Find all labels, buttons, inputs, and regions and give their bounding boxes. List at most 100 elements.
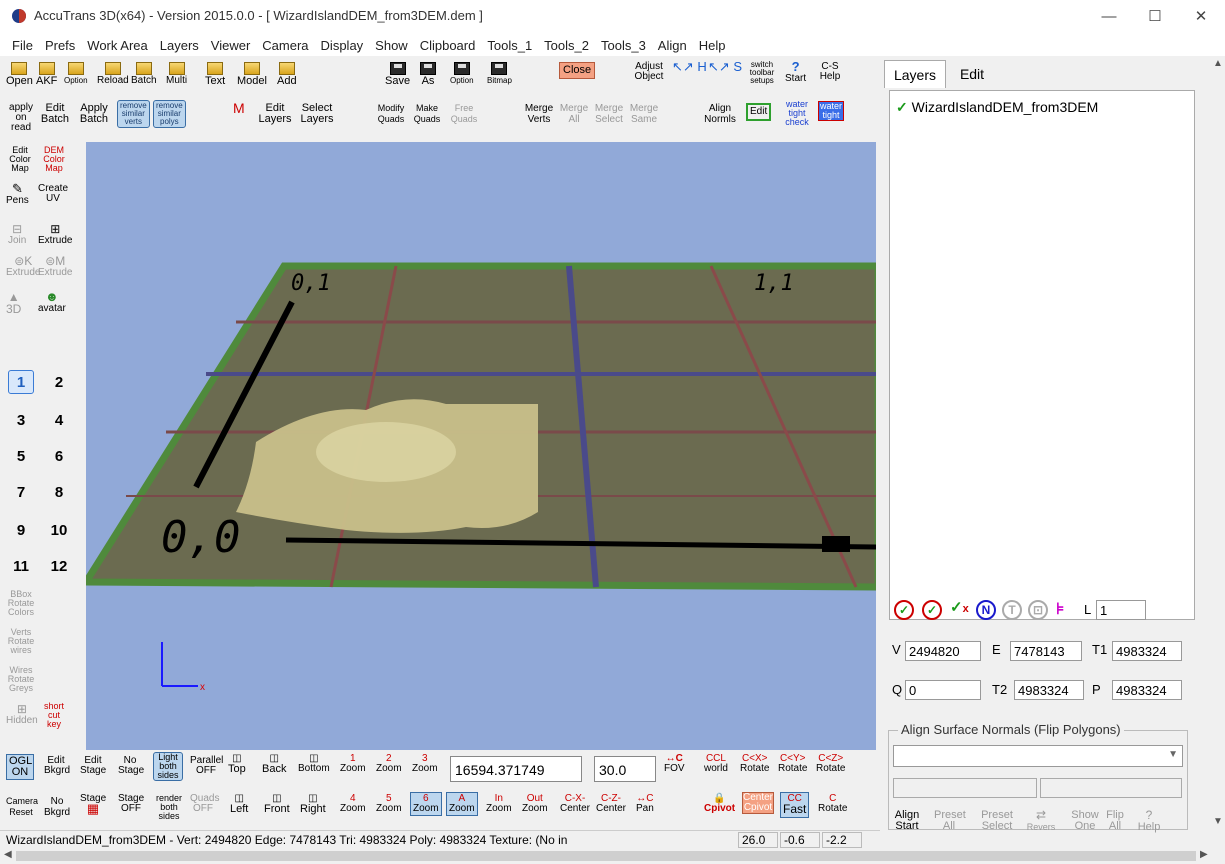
align-start-button[interactable]: Align Start [892,810,922,832]
zoom-3-button[interactable]: 3 Zoom [412,754,438,774]
fov-field[interactable]: 30.0 [594,756,656,782]
water-tight-button[interactable]: water tight [818,101,844,121]
menu-tools-1[interactable]: Tools_1 [481,38,538,53]
extrude-m-button[interactable]: ⊜M Extrude [38,255,72,278]
scroll-down-icon[interactable]: ▼ [1213,816,1223,827]
front-view-button[interactable]: ◫ Front [264,794,290,815]
maximize-button[interactable]: ☐ [1132,0,1178,32]
rotate-x-button[interactable]: C<X> Rotate [740,754,769,774]
edit-batch-button[interactable]: Edit Batch [40,103,70,125]
revers-button[interactable]: ⇄ Revers [1024,809,1058,833]
layer-preset-7[interactable]: 7 [8,480,34,504]
pens-button[interactable]: ✎ Pens [6,182,29,206]
parallel-off-button[interactable]: Parallel OFF [190,756,223,776]
menu-viewer[interactable]: Viewer [205,38,257,53]
menu-file[interactable]: File [6,38,39,53]
apply-batch-button[interactable]: Apply Batch [78,103,110,125]
select-layers-button[interactable]: Select Layers [298,103,336,125]
menu-help[interactable]: Help [693,38,732,53]
check-visible-icon[interactable]: ✓ [922,600,942,620]
verts-rotate-button[interactable]: Verts Rotate wires [6,628,36,655]
close-file-button[interactable]: Close [559,62,596,79]
model-button[interactable]: Model [237,62,267,87]
no-stage-button[interactable]: No Stage [118,756,144,776]
back-view-button[interactable]: ◫ Back [262,754,286,775]
fov-button[interactable]: ↔C FOV [664,754,685,774]
check-x-icon[interactable]: ✓x [950,598,969,616]
cs-help-button[interactable]: C-S Help [817,62,843,82]
batch-button[interactable]: Batch [131,62,157,86]
scroll-up-icon[interactable]: ▲ [1213,58,1223,69]
join-button[interactable]: ⊟ Join [8,223,26,246]
no-bkgrd-button[interactable]: No Bkgrd [44,796,70,818]
merge-all-button[interactable]: Merge All [557,103,591,125]
3d-viewport[interactable]: 0,1 1,1 0,0 x [86,142,876,750]
minimize-button[interactable]: — [1086,0,1132,32]
edit-bkgrd-button[interactable]: Edit Bkgrd [44,756,70,776]
layers-m-icon[interactable]: M [233,101,245,115]
bottom-view-button[interactable]: ◫ Bottom [298,754,330,774]
edit-layers-button[interactable]: Edit Layers [258,103,292,125]
modify-quads-button[interactable]: Modify Quads [374,103,408,125]
right-view-button[interactable]: ◫ Right [300,794,326,815]
layer-preset-10[interactable]: 10 [46,518,72,542]
align-normals-button[interactable]: Align Normls [703,103,737,125]
flip-all-button[interactable]: Flip All [1102,810,1128,832]
layer-preset-3[interactable]: 3 [8,408,34,432]
layer-preset-8[interactable]: 8 [46,480,72,504]
show-one-button[interactable]: Show One [1070,810,1100,832]
merge-select-button[interactable]: Merge Select [592,103,626,125]
stage-uv-off-button[interactable]: Stage OFF [118,794,144,814]
layer-preset-1[interactable]: 1 [8,370,34,394]
save-button[interactable]: Save [385,62,410,87]
menu-align[interactable]: Align [652,38,693,53]
camera-reset-button[interactable]: Camera Reset [6,796,38,818]
zoom-in-button[interactable]: In Zoom [486,794,512,814]
make-quads-button[interactable]: Make Quads [410,103,444,125]
center-x-button[interactable]: C-X- Center [560,794,590,814]
multi-button[interactable]: Multi [166,62,187,86]
adjust-object-button[interactable]: Adjust Object [634,62,664,82]
hidden-button[interactable]: ⊞ Hidden [6,703,38,726]
layer-preset-5[interactable]: 5 [8,444,34,468]
h-axis-icon[interactable]: ↖↗ H [672,60,707,73]
help-button[interactable]: ? Help [1136,809,1162,833]
zoom-a-button[interactable]: A Zoom [446,792,478,816]
to-3d-button[interactable]: ▲ 3D [6,291,21,316]
menu-clipboard[interactable]: Clipboard [414,38,482,53]
akf-button[interactable]: AKF [36,62,57,87]
distance-field[interactable]: 16594.371749 [450,756,582,782]
close-window-button[interactable]: ✕ [1178,0,1224,32]
save-option-button[interactable]: Option [450,62,474,86]
edit-stage-button[interactable]: Edit Stage [80,756,106,776]
preset-select-button[interactable]: Preset Select [980,810,1014,832]
menu-camera[interactable]: Camera [256,38,314,53]
menu-display[interactable]: Display [315,38,370,53]
align-dropdown[interactable]: ▼ [893,745,1183,767]
zoom-out-button[interactable]: Out Zoom [522,794,548,814]
menu-layers[interactable]: Layers [154,38,205,53]
extrude-k-button[interactable]: ⊜K Extrude [6,255,40,278]
add-button[interactable]: Add [277,62,297,87]
l-field[interactable]: 1 [1096,600,1146,620]
create-uv-button[interactable]: Create UV [38,184,68,204]
remove-similar-verts-button[interactable]: remove similar verts [117,100,150,128]
tab-edit[interactable]: Edit [950,60,994,88]
scroll-right-icon[interactable]: ▶ [1200,849,1208,860]
zoom-5-button[interactable]: 5 Zoom [376,794,402,814]
pivot-button[interactable]: 🔒 Cpivot [704,794,735,814]
zoom-4-button[interactable]: 4 Zoom [340,794,366,814]
menu-prefs[interactable]: Prefs [39,38,81,53]
save-as-button[interactable]: As [420,62,436,87]
layer-preset-11[interactable]: 11 [8,554,34,578]
render-both-sides-button[interactable]: render both sides [156,794,182,821]
scroll-left-icon[interactable]: ◀ [4,849,12,860]
wires-rotate-button[interactable]: Wires Rotate Greys [6,666,36,693]
center-z-button[interactable]: C-Z- Center [596,794,626,814]
ogl-on-button[interactable]: OGL ON [6,754,34,780]
dem-color-map-button[interactable]: DEM Color Map [40,146,68,173]
menu-show[interactable]: Show [369,38,414,53]
quads-off-button[interactable]: Quads OFF [190,794,219,814]
hierarchy-icon[interactable]: ⊧ [1056,599,1064,619]
layer-preset-6[interactable]: 6 [46,444,72,468]
